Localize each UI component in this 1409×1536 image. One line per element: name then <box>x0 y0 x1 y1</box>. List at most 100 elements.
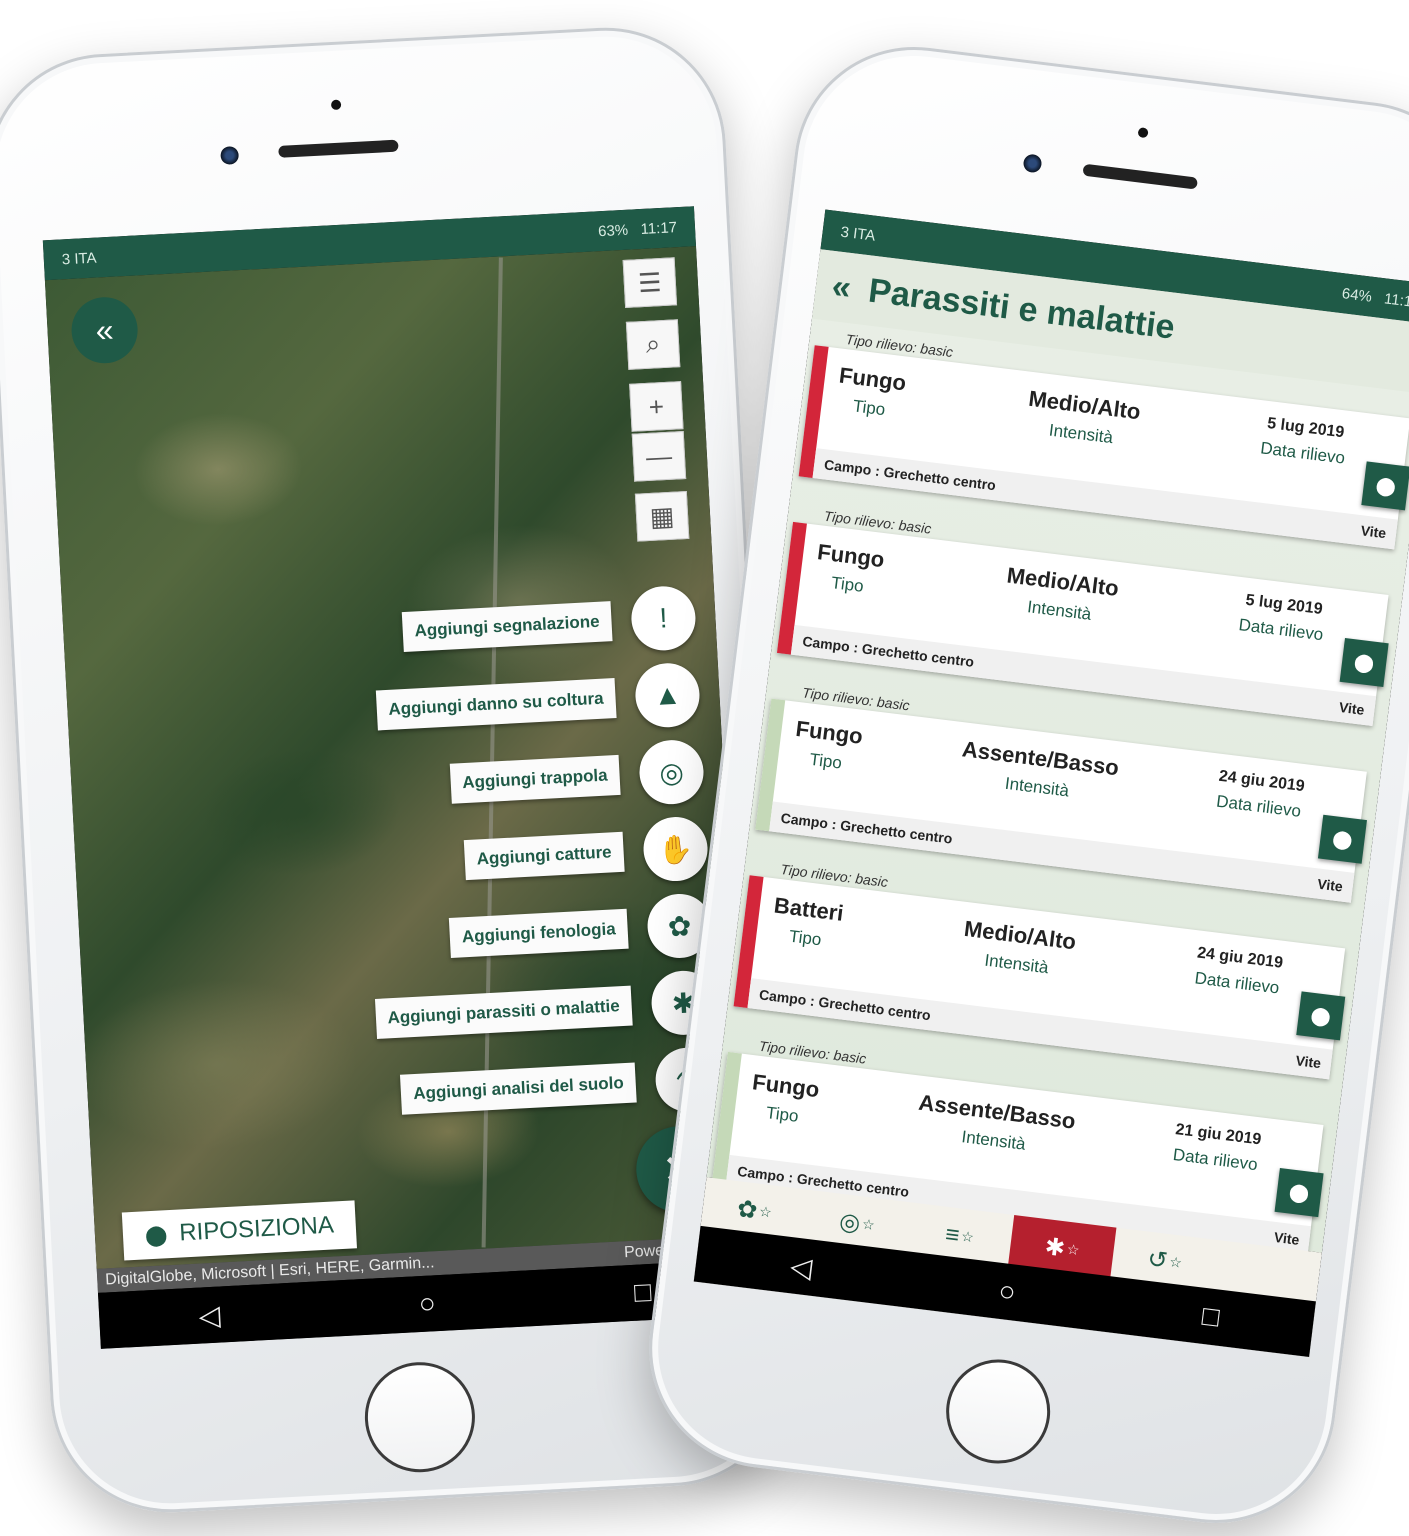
col-data: 21 giu 2019 Data rilievo <box>1170 1121 1262 1183</box>
left-screen: 3 ITA 63% 11:17 « ☰ ⌕ + — ▦ Aggiungi segnala… <box>42 206 753 1349</box>
action-label[interactable]: Aggiungi catture <box>463 831 625 881</box>
location-pin-icon[interactable]: ⬤ <box>1361 461 1409 511</box>
col-tipo: Fungo Tipo <box>791 716 864 776</box>
location-pin-icon[interactable]: ⬤ <box>1317 814 1367 864</box>
action-label[interactable]: Aggiungi trappola <box>449 754 621 804</box>
date-value: 5 lug 2019 <box>1244 591 1324 619</box>
date-value: 21 giu 2019 <box>1174 1121 1263 1149</box>
col-data: 24 giu 2019 Data rilievo <box>1214 767 1306 830</box>
tipo-value: Fungo <box>794 715 865 749</box>
action-label[interactable]: Aggiungi fenologia <box>448 908 629 958</box>
nav-back-icon[interactable]: ◁ <box>789 1249 814 1284</box>
date-label: Data rilievo <box>1193 968 1281 998</box>
basemap-icon[interactable]: ▦ <box>634 490 690 542</box>
campo-label: Campo : Grechetto centro <box>823 456 997 494</box>
marketing-mockup: 3 ITA 63% 11:17 « ☰ ⌕ + — ▦ Aggiungi segnala… <box>0 0 1409 1536</box>
zoom-in-icon[interactable]: + <box>629 381 684 432</box>
battery-label: 63% <box>597 221 629 240</box>
zoom-out-icon[interactable]: — <box>631 431 687 482</box>
col-data: 24 giu 2019 Data rilievo <box>1192 944 1284 1006</box>
menu-icon[interactable]: ☰ <box>622 257 678 308</box>
action-icon[interactable]: ▲ <box>633 661 702 729</box>
nav-home-icon[interactable]: ○ <box>418 1287 437 1320</box>
front-camera <box>220 145 240 165</box>
action-row[interactable]: Aggiungi trappola ◎ <box>449 738 706 816</box>
nav-back-icon[interactable]: ◁ <box>198 1298 221 1332</box>
front-camera <box>1022 153 1043 174</box>
location-pin-icon[interactable]: ⬤ <box>1274 1168 1324 1218</box>
tab-icon: ✿ <box>735 1195 759 1225</box>
action-label[interactable]: Aggiungi parassiti o malattie <box>374 985 633 1039</box>
col-tipo: Batteri Tipo <box>769 893 845 953</box>
action-icon[interactable]: ✋ <box>641 815 710 883</box>
date-label: Data rilievo <box>1259 438 1347 468</box>
action-label[interactable]: Aggiungi danno su coltura <box>375 678 617 731</box>
date-label: Data rilievo <box>1171 1144 1259 1175</box>
col-intensita: Medio/Alto Intensità <box>959 916 1078 981</box>
favorite-star-icon: ☆ <box>1168 1253 1183 1271</box>
col-tipo: Fungo Tipo <box>748 1069 821 1129</box>
carrier-label: 3 ITA <box>61 249 97 268</box>
tab-icon: ✱ <box>1043 1233 1067 1263</box>
tipo-label: Tipo <box>787 926 823 950</box>
double-chevron-left-icon[interactable]: « <box>830 267 853 308</box>
battery-label: 64% <box>1340 284 1373 306</box>
date-value: 5 lug 2019 <box>1266 415 1346 442</box>
home-button[interactable] <box>362 1359 478 1476</box>
earpiece-speaker <box>1082 163 1199 190</box>
location-pin-icon[interactable]: ⬤ <box>1339 638 1389 688</box>
status-right: 64% 11:13 <box>1341 285 1409 311</box>
tab-icon: ↺ <box>1145 1245 1170 1275</box>
action-label[interactable]: Aggiungi analisi del suolo <box>400 1062 637 1115</box>
search-icon[interactable]: ⌕ <box>625 319 681 370</box>
action-row[interactable]: Aggiungi catture ✋ <box>463 815 710 892</box>
home-button[interactable] <box>940 1353 1057 1470</box>
proximity-sensor <box>1137 127 1149 139</box>
right-phone: 3 ITA 64% 11:13 « Parassiti e malattie T… <box>635 33 1409 1536</box>
col-tipo: Fungo Tipo <box>813 539 886 599</box>
col-tipo: Fungo Tipo <box>834 362 908 423</box>
date-label: Data rilievo <box>1215 791 1303 821</box>
tipo-value: Batteri <box>772 892 845 926</box>
nav-home-icon[interactable]: ○ <box>997 1275 1018 1309</box>
tab-icon: ≡ <box>943 1220 962 1249</box>
date-label: Data rilievo <box>1237 615 1325 645</box>
earpiece-speaker <box>278 139 399 158</box>
col-intensita: Assente/Basso Intensità <box>957 736 1121 807</box>
tipo-label: Tipo <box>851 396 887 420</box>
coltura-label: Vite <box>1316 875 1344 895</box>
reposition-label: RIPOSIZIONA <box>178 1211 335 1247</box>
campo-label: Campo : Grechetto centro <box>758 986 932 1024</box>
survey-list-screen: « Parassiti e malattie Tipo rilievo: bas… <box>706 249 1409 1257</box>
tipo-value: Fungo <box>837 362 908 396</box>
col-data: 5 lug 2019 Data rilievo <box>1237 591 1328 653</box>
tipo-value: Fungo <box>816 539 886 573</box>
tipo-label: Tipo <box>830 573 865 596</box>
location-pin-icon[interactable]: ⬤ <box>1296 991 1346 1041</box>
col-intensita: Medio/Alto Intensità <box>1002 562 1121 627</box>
action-label[interactable]: Aggiungi segnalazione <box>401 601 613 653</box>
campo-label: Campo : Grechetto centro <box>801 633 975 670</box>
coltura-label: Vite <box>1294 1052 1322 1072</box>
favorite-star-icon: ☆ <box>758 1202 773 1221</box>
action-icon[interactable]: ! <box>629 584 698 653</box>
tab-icon: ◎ <box>837 1207 862 1238</box>
col-data: 5 lug 2019 Data rilievo <box>1258 415 1349 477</box>
nav-recents-icon[interactable]: □ <box>1200 1300 1221 1334</box>
favorite-star-icon: ☆ <box>960 1227 975 1246</box>
col-intensita: Assente/Basso Intensità <box>914 1090 1077 1161</box>
coltura-label: Vite <box>1338 698 1366 718</box>
action-row[interactable]: Aggiungi fenologia ✿ <box>448 892 714 970</box>
action-icon[interactable]: ◎ <box>637 738 706 806</box>
date-value: 24 giu 2019 <box>1196 944 1284 972</box>
location-pin-icon: ⬤ <box>144 1223 168 1247</box>
tipo-value: Fungo <box>750 1069 821 1103</box>
coltura-label: Vite <box>1273 1228 1301 1248</box>
right-screen: 3 ITA 64% 11:13 « Parassiti e malattie T… <box>693 209 1409 1358</box>
nav-recents-icon[interactable]: □ <box>633 1276 652 1309</box>
tipo-label: Tipo <box>808 749 843 773</box>
coltura-label: Vite <box>1359 522 1388 542</box>
clock-label: 11:13 <box>1383 289 1409 312</box>
campo-label: Campo : Grechetto centro <box>779 809 954 847</box>
date-value: 24 giu 2019 <box>1217 767 1306 796</box>
